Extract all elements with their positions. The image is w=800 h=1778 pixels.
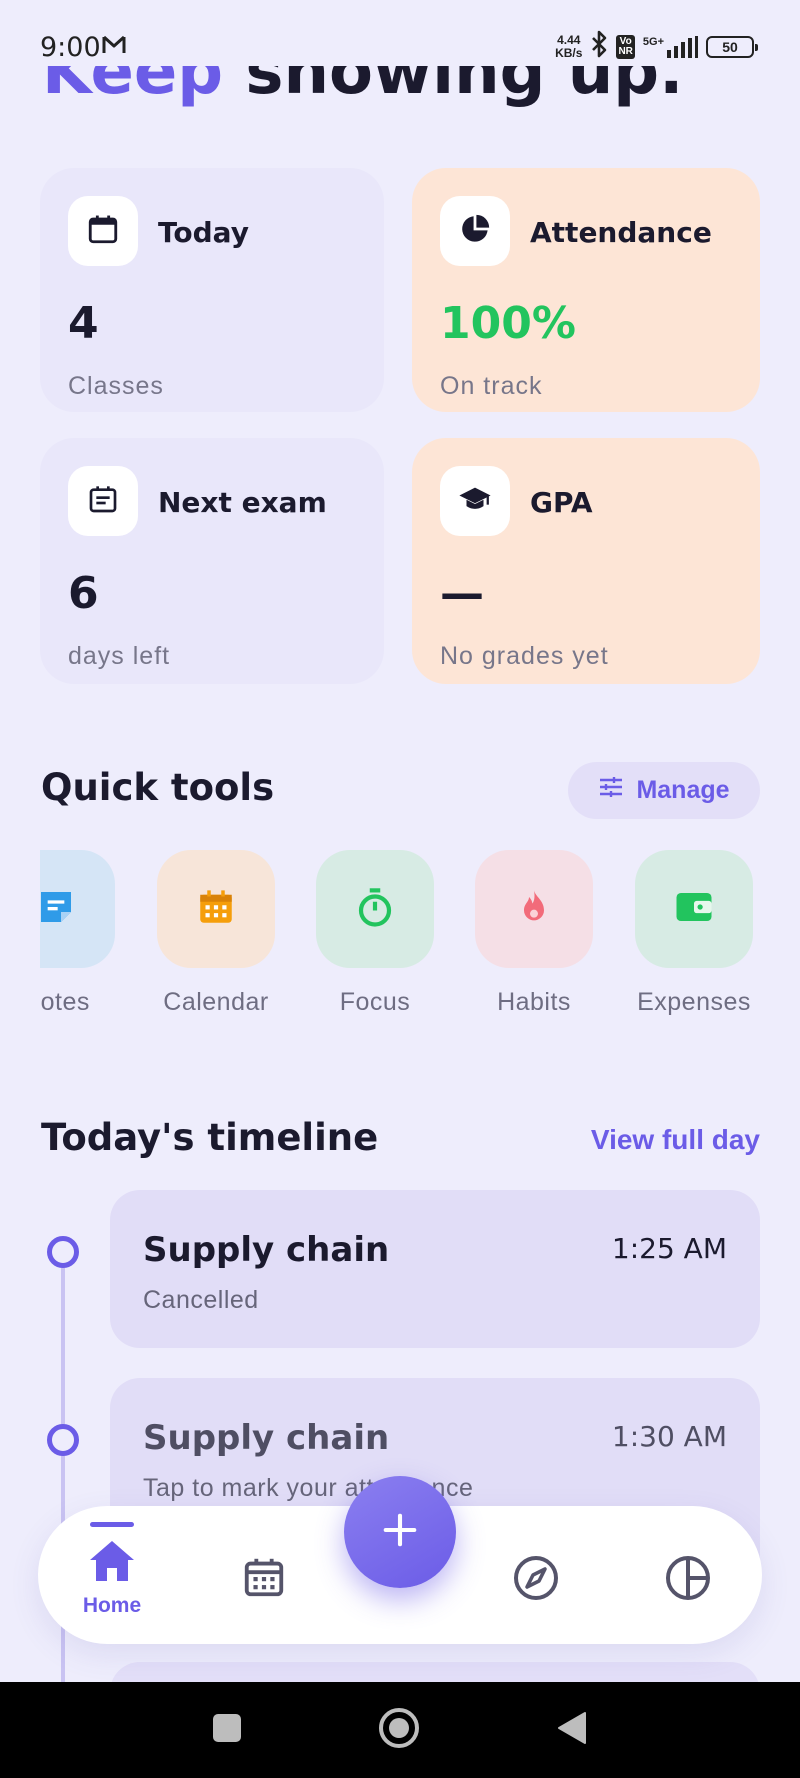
circle-icon: [378, 1707, 420, 1754]
volte-top: Vo: [619, 35, 632, 47]
network-speed-unit: KB/s: [555, 45, 583, 60]
quick-tools-title: Quick tools: [41, 766, 275, 809]
calendar-icon: [195, 886, 237, 933]
manage-label: Manage: [636, 776, 730, 804]
stat-title: Attendance: [530, 216, 712, 249]
stat-title: Next exam: [158, 486, 327, 519]
stat-card-gpa[interactable]: GPA — No grades yet: [412, 438, 760, 684]
timeline-line: [61, 1250, 65, 1740]
stat-icon-box: [68, 196, 138, 266]
volte-bottom: NR: [618, 45, 633, 57]
timeline-dot: [47, 1236, 79, 1268]
tool-label: Calendar: [163, 988, 269, 1016]
tool-label: Notes: [40, 988, 90, 1016]
square-icon: [212, 1713, 242, 1748]
bluetooth-icon: [590, 30, 608, 63]
network-type: 5G+: [642, 35, 664, 48]
nav-home[interactable]: Home: [52, 1506, 172, 1644]
plus-icon: [381, 1511, 419, 1554]
sliders-icon: [598, 776, 624, 805]
tool-tile: [157, 850, 275, 968]
back-triangle-icon: [557, 1711, 587, 1750]
system-nav-bar: [0, 1682, 800, 1778]
stat-card-today[interactable]: Today 4 Classes: [40, 168, 384, 412]
stat-icon-box: [440, 466, 510, 536]
view-full-day-link[interactable]: View full day: [591, 1124, 760, 1156]
compass-icon: [512, 1554, 560, 1607]
stat-value: 100%: [440, 298, 576, 349]
timer-icon: [354, 886, 396, 933]
tool-label: Focus: [339, 988, 411, 1016]
stat-title: Today: [158, 216, 249, 249]
timeline-item-status: Cancelled: [143, 1286, 259, 1314]
tool-notes[interactable]: Notes: [40, 850, 116, 1017]
add-button[interactable]: [344, 1476, 456, 1588]
stat-value: 6: [68, 568, 99, 619]
nav-explore[interactable]: [476, 1506, 596, 1644]
status-indicators: 4.44 KB/s Vo NR 5G+ 50: [555, 30, 758, 63]
stat-card-next-exam[interactable]: Next exam 6 days left: [40, 438, 384, 684]
timeline-item-time: 1:30 AM: [611, 1420, 727, 1453]
tool-expenses[interactable]: Expenses: [634, 850, 754, 1017]
network-speed: 4.44 KB/s: [555, 32, 583, 60]
tool-habits[interactable]: Habits: [474, 850, 594, 1017]
graduation-cap-icon: [458, 482, 492, 521]
wallet-icon: [673, 886, 715, 933]
tool-tile: [316, 850, 434, 968]
tool-tile: [40, 850, 115, 968]
status-time: 9:00: [40, 32, 101, 63]
nav-active-indicator: [90, 1522, 134, 1527]
flame-icon: [514, 887, 554, 932]
home-icon: [88, 1539, 136, 1588]
tool-tile: [475, 850, 593, 968]
recents-button[interactable]: [177, 1682, 277, 1778]
tool-calendar[interactable]: Calendar: [156, 850, 276, 1017]
tool-label: Expenses: [637, 988, 751, 1016]
tool-tile: [635, 850, 753, 968]
battery-icon: 50: [706, 35, 758, 58]
stat-subtitle: days left: [68, 642, 171, 670]
gmail-icon: [102, 35, 126, 60]
stat-value: —: [440, 568, 484, 619]
stat-value: 4: [68, 298, 99, 349]
stat-card-attendance[interactable]: Attendance 100% On track: [412, 168, 760, 412]
back-button[interactable]: [522, 1682, 622, 1778]
timeline-item-title: Supply chain: [143, 1230, 390, 1270]
manage-button[interactable]: Manage: [568, 762, 760, 819]
notes-icon: [40, 887, 76, 932]
stat-subtitle: No grades yet: [440, 642, 609, 670]
tool-focus[interactable]: Focus: [315, 850, 435, 1017]
stat-subtitle: Classes: [68, 372, 164, 400]
signal-icon: 5G+: [642, 35, 698, 58]
home-system-button[interactable]: [349, 1682, 449, 1778]
stat-title: GPA: [530, 486, 593, 519]
timeline-item[interactable]: Supply chain 1:25 AM Cancelled: [110, 1190, 760, 1348]
pie-chart-icon: [458, 212, 492, 251]
timeline-title: Today's timeline: [41, 1116, 379, 1159]
tool-label: Habits: [497, 988, 571, 1016]
status-bar: 9:00 4.44 KB/s Vo NR 5G+ 50: [0, 0, 800, 96]
battery-level: 50: [722, 38, 738, 55]
calendar-icon: [86, 212, 120, 251]
stat-icon-box: [440, 196, 510, 266]
network-speed-value: 4.44: [557, 32, 581, 47]
event-note-icon: [87, 483, 119, 520]
nav-calendar[interactable]: [204, 1506, 324, 1644]
timeline-dot: [47, 1424, 79, 1456]
quick-tools-scroller[interactable]: Notes Calendar Focus Habits: [40, 850, 760, 1020]
timeline-item-title: Supply chain: [143, 1418, 390, 1458]
volte-icon: Vo NR: [616, 34, 635, 59]
calendar-icon: [241, 1554, 287, 1605]
pie-chart-icon: [664, 1554, 712, 1607]
stat-subtitle: On track: [440, 372, 543, 400]
timeline-item-time: 1:25 AM: [611, 1232, 727, 1265]
nav-home-label: Home: [82, 1594, 142, 1617]
stat-icon-box: [68, 466, 138, 536]
nav-stats[interactable]: [628, 1506, 748, 1644]
